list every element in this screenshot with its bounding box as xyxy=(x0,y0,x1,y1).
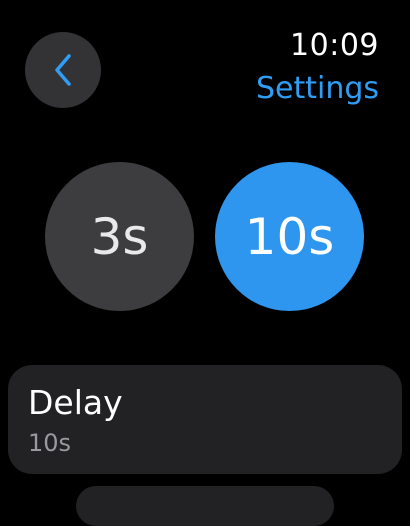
option-3s-button[interactable]: 3s xyxy=(45,162,194,311)
clock: 10:09 xyxy=(290,28,379,63)
delay-setting-row[interactable]: Delay 10s xyxy=(8,365,402,474)
back-button[interactable] xyxy=(25,32,101,108)
screen-title: Settings xyxy=(255,71,379,106)
delay-value: 10s xyxy=(28,429,72,457)
chevron-left-icon xyxy=(55,54,71,86)
delay-label: Delay xyxy=(28,383,123,422)
list-item-partial[interactable] xyxy=(76,486,334,526)
option-10s-button[interactable]: 10s xyxy=(215,162,364,311)
